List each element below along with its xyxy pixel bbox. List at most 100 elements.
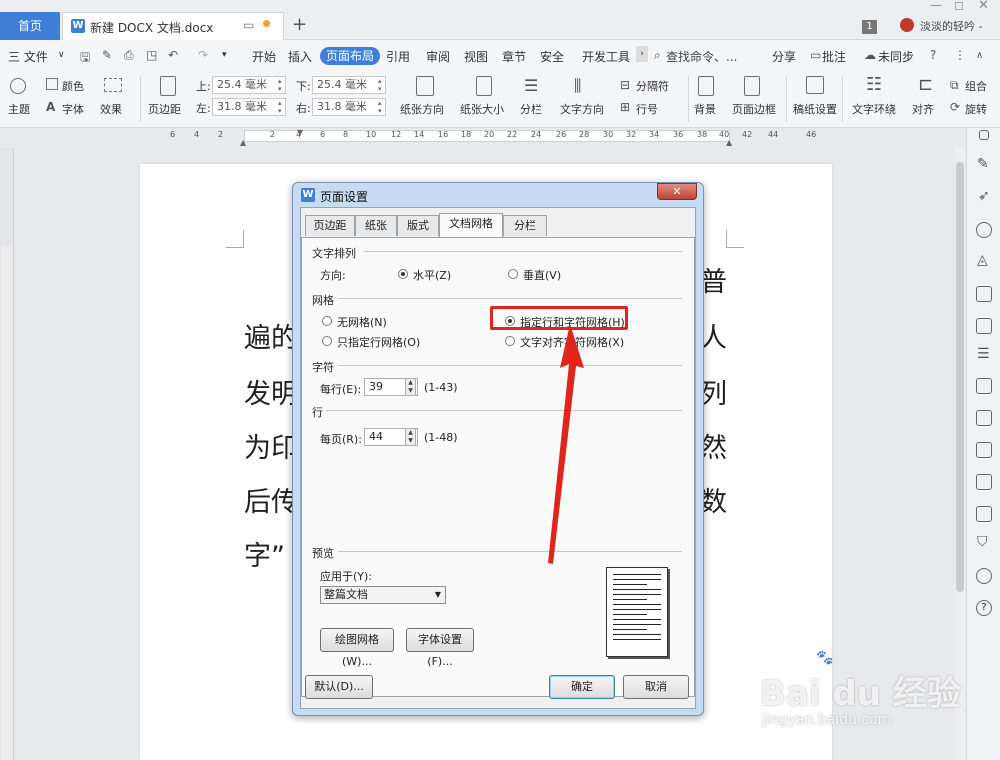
chevron-down-icon[interactable]: ∨: [58, 50, 65, 60]
minimize-button[interactable]: —: [930, 0, 942, 12]
user-name[interactable]: 淡淡的轻吟 -: [920, 18, 982, 34]
tab-document[interactable]: W 新建 DOCX 文档.docx ▭: [62, 12, 284, 40]
menu-references[interactable]: 引用: [386, 48, 410, 65]
line-grid-only-label[interactable]: 只指定行网格(O): [337, 334, 420, 350]
margin-label[interactable]: 页边距: [148, 101, 181, 117]
menu-view[interactable]: 视图: [464, 48, 488, 65]
default-button[interactable]: 默认(D)...: [305, 675, 373, 699]
share-button[interactable]: 分享: [772, 48, 796, 65]
right-indent-icon[interactable]: ▲: [726, 138, 732, 147]
tab-layout[interactable]: 版式: [397, 215, 439, 236]
print-preview-icon[interactable]: ◳: [146, 48, 157, 62]
menu-security[interactable]: 安全: [540, 48, 564, 65]
menu-start[interactable]: 开始: [252, 48, 276, 65]
vertical-label[interactable]: 垂直(V): [523, 267, 561, 283]
apply-to-select[interactable]: 整篇文档 ▼: [320, 586, 446, 604]
group-label[interactable]: 组合: [965, 78, 987, 94]
top-margin-input[interactable]: 25.4 毫米: [212, 76, 286, 94]
tab-columns[interactable]: 分栏: [503, 215, 547, 236]
image-icon[interactable]: [976, 378, 992, 394]
text-wrap-label[interactable]: 文字环绕: [852, 101, 896, 117]
help-icon[interactable]: ?: [930, 48, 936, 62]
more-options-icon[interactable]: ⋮: [954, 48, 966, 62]
chars-per-line-stepper[interactable]: ▲ ▼: [405, 378, 416, 396]
avatar[interactable]: [900, 18, 914, 32]
rotate-label[interactable]: 旋转: [965, 101, 987, 117]
no-grid-label[interactable]: 无网格(N): [337, 314, 387, 330]
print-icon[interactable]: ⎙: [124, 48, 134, 63]
properties-icon[interactable]: ☰: [977, 346, 990, 362]
font-settings-button[interactable]: 字体设置(F)...: [406, 628, 474, 668]
file-menu[interactable]: 三 文件: [8, 48, 48, 65]
horizontal-ruler[interactable]: 6 4 2 2 4 6 8 10 12 14 16 18 20 22 24 26 28 30 32 34 36 38 40 4…: [0, 128, 950, 148]
collapse-ribbon-icon[interactable]: ∧: [976, 50, 983, 61]
vertical-radio[interactable]: [508, 269, 518, 279]
background-icon[interactable]: [698, 76, 714, 96]
columns-icon[interactable]: ☰: [524, 76, 538, 95]
close-window-button[interactable]: ✕: [978, 0, 989, 13]
bottom-margin-input[interactable]: 25.4 毫米: [312, 76, 386, 94]
font-label[interactable]: 字体: [62, 101, 84, 117]
share-icon[interactable]: [976, 410, 992, 426]
tab-margins[interactable]: 页边距: [305, 215, 355, 236]
menu-page-layout[interactable]: 页面布局: [320, 47, 380, 65]
paper-size-label[interactable]: 纸张大小: [460, 101, 504, 117]
menu-developer[interactable]: 开发工具: [582, 48, 630, 65]
first-line-indent-icon[interactable]: ▼: [297, 128, 303, 137]
shield-icon[interactable]: ⛉: [977, 534, 988, 550]
page-border-icon[interactable]: [744, 76, 760, 96]
theme-label[interactable]: 主题: [8, 101, 30, 117]
lines-per-page-stepper[interactable]: ▲ ▼: [405, 428, 416, 446]
monitor-icon[interactable]: ▭: [243, 18, 254, 32]
cancel-button[interactable]: 取消: [623, 675, 689, 699]
tab-home[interactable]: 首页: [0, 12, 60, 40]
orientation-label[interactable]: 纸张方向: [400, 101, 444, 117]
theme-icon[interactable]: [10, 78, 26, 94]
shape-icon[interactable]: [976, 222, 992, 238]
maximize-button[interactable]: ☐: [954, 0, 964, 13]
indent-marker-icon[interactable]: ▲: [240, 138, 246, 147]
window-count-badge[interactable]: 1: [862, 20, 877, 34]
archive-icon[interactable]: [976, 474, 992, 490]
tab-document-grid[interactable]: 文档网格: [439, 213, 503, 237]
align-icon[interactable]: ⊏: [918, 74, 933, 95]
margin-icon[interactable]: [160, 76, 176, 96]
help-icon[interactable]: ?: [976, 600, 992, 616]
format-painter-icon[interactable]: ✎: [102, 48, 112, 62]
scroll-thumb[interactable]: [956, 162, 964, 592]
clock-icon[interactable]: [976, 568, 992, 584]
background-label[interactable]: 背景: [694, 101, 716, 117]
chevron-right-icon[interactable]: ›: [636, 46, 648, 62]
text-direction-icon[interactable]: ⫼: [574, 76, 581, 96]
new-tab-button[interactable]: +: [292, 14, 307, 35]
undo-icon[interactable]: ↶: [168, 48, 178, 62]
columns-label[interactable]: 分栏: [520, 101, 542, 117]
menu-review[interactable]: 审阅: [426, 48, 450, 65]
line-number-label[interactable]: 行号: [636, 101, 658, 117]
sync-status[interactable]: 未同步: [878, 48, 914, 65]
horizontal-label[interactable]: 水平(Z): [413, 267, 451, 283]
menu-insert[interactable]: 插入: [288, 48, 312, 65]
dialog-close-button[interactable]: ✕: [657, 183, 697, 200]
left-margin-input[interactable]: 31.8 毫米: [212, 98, 286, 116]
effect-label[interactable]: 效果: [100, 101, 122, 117]
menu-section[interactable]: 章节: [502, 48, 526, 65]
save-icon[interactable]: 🖫: [80, 48, 90, 69]
right-margin-input[interactable]: 31.8 毫米: [312, 98, 386, 116]
no-grid-radio[interactable]: [322, 316, 332, 326]
pen-icon[interactable]: ✎: [977, 156, 989, 172]
separator-label[interactable]: 分隔符: [636, 78, 669, 94]
orientation-icon[interactable]: [416, 76, 434, 96]
page-border-label[interactable]: 页面边框: [732, 101, 776, 117]
picture-icon[interactable]: [976, 506, 992, 522]
text-wrap-icon[interactable]: ☷: [866, 74, 882, 95]
grid-icon[interactable]: [976, 318, 992, 334]
style-icon[interactable]: ◬: [977, 252, 988, 268]
comment-button[interactable]: 批注: [822, 48, 846, 65]
tab-paper[interactable]: 纸张: [355, 215, 397, 236]
color-label[interactable]: 颜色: [62, 78, 84, 94]
text-direction-label[interactable]: 文字方向: [560, 101, 604, 117]
align-label[interactable]: 对齐: [912, 101, 934, 117]
sidebar-toggle-icon[interactable]: [979, 130, 989, 140]
search-command[interactable]: 查找命令、...: [666, 48, 737, 65]
